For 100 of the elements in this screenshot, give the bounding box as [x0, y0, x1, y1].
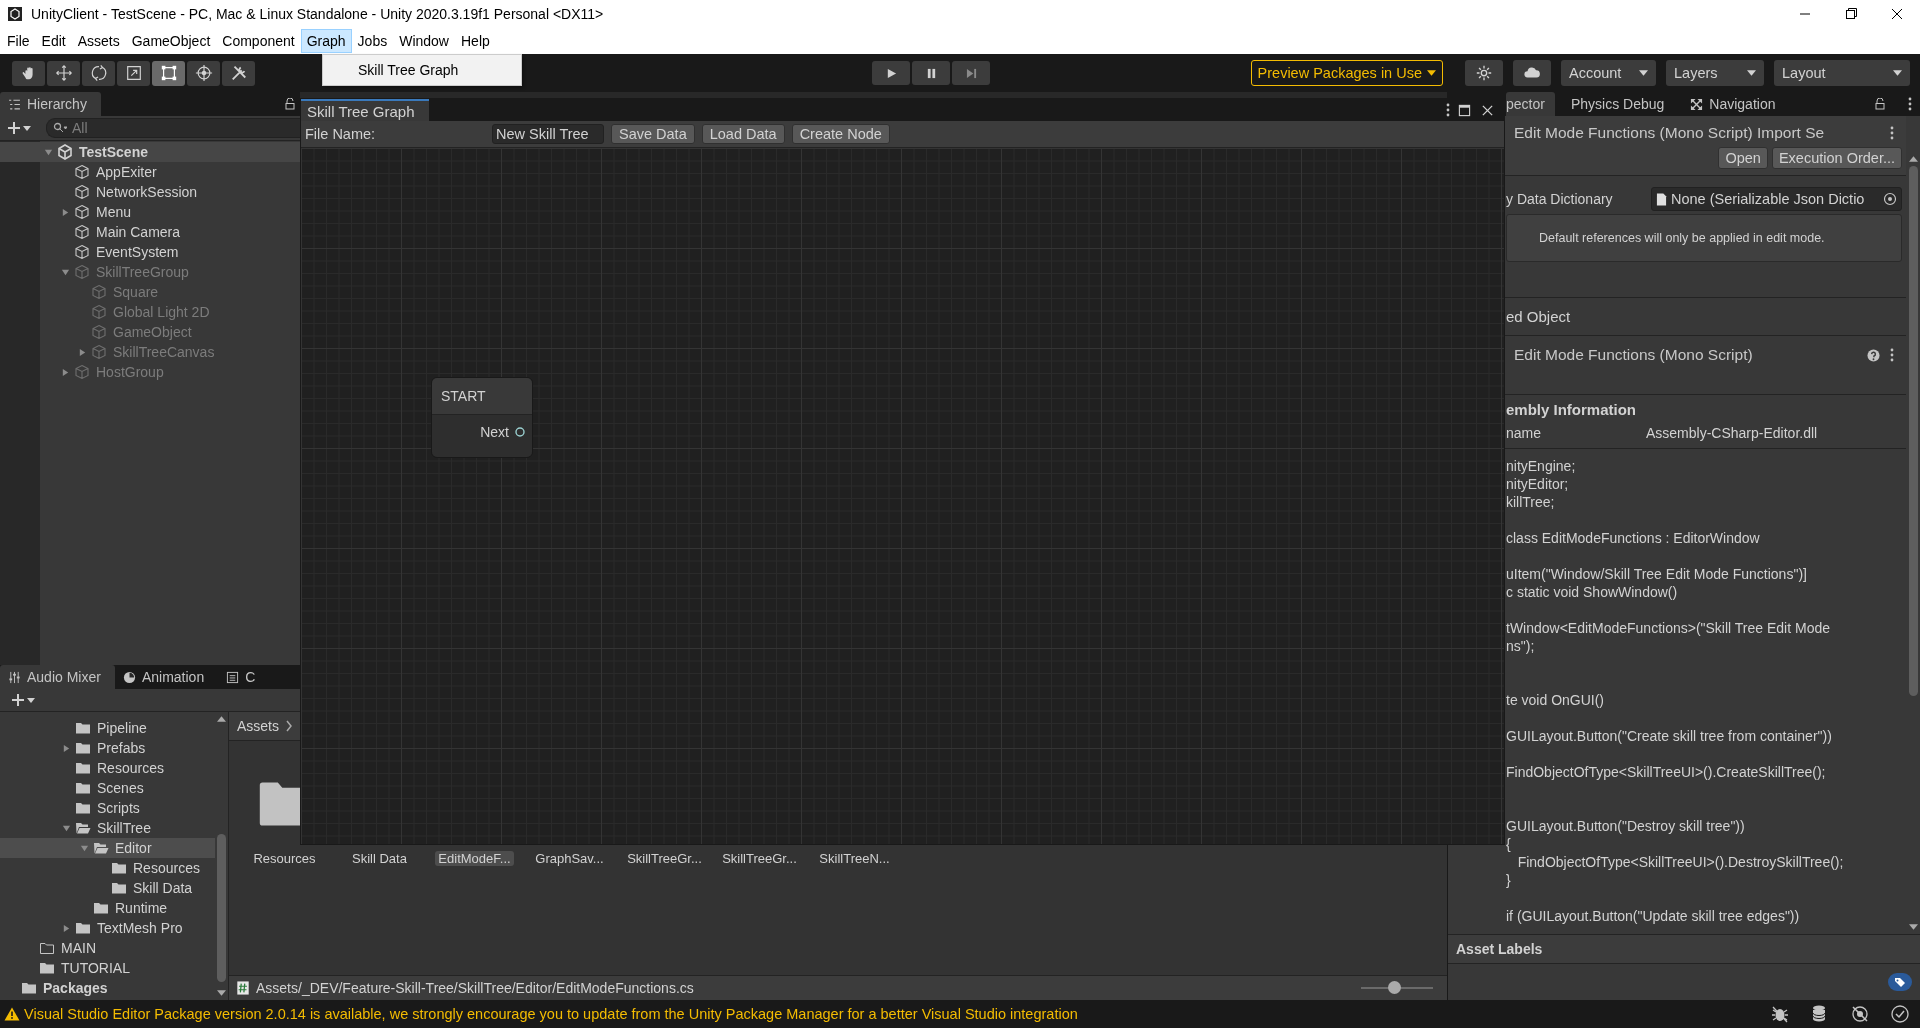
folder-item[interactable]: MAIN — [0, 938, 215, 958]
scroll-up-icon[interactable] — [217, 716, 226, 722]
folder-item[interactable]: Resources — [0, 858, 215, 878]
asset-label[interactable]: SkillTreeGr... — [624, 851, 705, 866]
hierarchy-item[interactable]: NetworkSession — [96, 184, 198, 200]
asset-label[interactable]: GraphSav... — [532, 851, 607, 866]
menu-entry[interactable]: Skill Tree Graph — [323, 62, 459, 78]
play-button[interactable] — [872, 61, 910, 85]
tag-icon[interactable] — [1888, 973, 1912, 991]
preview-packages-button[interactable]: Preview Packages in Use — [1250, 60, 1443, 86]
expand-arrow-icon[interactable] — [60, 267, 70, 277]
more-icon[interactable] — [1446, 103, 1450, 117]
menu-title[interactable]: GameObject — [125, 29, 217, 53]
inspector-tab[interactable]: Physics Debug — [1560, 92, 1675, 116]
menu-title[interactable]: Jobs — [351, 29, 394, 53]
inspector-button[interactable]: Open — [1718, 147, 1768, 169]
folder-item[interactable]: TUTORIAL — [0, 958, 215, 978]
account-dropdown[interactable]: Account — [1561, 60, 1656, 86]
expand-arrow-icon[interactable] — [61, 743, 71, 753]
folder-item[interactable]: Editor — [0, 838, 215, 858]
folder-item[interactable]: TextMesh Pro — [0, 918, 215, 938]
zoom-slider[interactable] — [1361, 981, 1433, 995]
port-icon[interactable] — [514, 426, 526, 438]
network-icon[interactable] — [1850, 1004, 1870, 1024]
object-field[interactable]: None (Serializable Json Dictio — [1651, 187, 1902, 211]
menu-title[interactable]: Help — [455, 29, 496, 53]
expand-arrow-icon[interactable] — [60, 207, 70, 217]
more-icon[interactable] — [1908, 97, 1912, 111]
pause-button[interactable] — [912, 61, 950, 85]
bug-icon[interactable] — [1770, 1004, 1790, 1024]
layers-dropdown[interactable]: Layers — [1666, 60, 1764, 86]
window-tab[interactable]: Skill Tree Graph — [301, 99, 429, 121]
tool-button[interactable] — [117, 60, 150, 86]
services-button[interactable] — [1465, 60, 1503, 86]
hierarchy-item[interactable]: TestScene — [79, 144, 148, 160]
tool-button[interactable] — [12, 60, 45, 86]
folder-item[interactable]: SkillTree — [0, 818, 215, 838]
menu-title[interactable]: Graph — [300, 29, 352, 53]
hierarchy-item[interactable]: Menu — [96, 204, 132, 220]
folder-item[interactable]: Runtime — [0, 898, 215, 918]
breadcrumb-link[interactable]: Assets — [237, 718, 279, 734]
inspector-tab[interactable]: pector — [1506, 92, 1555, 116]
maximize-icon[interactable] — [1458, 103, 1471, 117]
panel-tab[interactable]: Animation — [114, 665, 219, 689]
folder-item[interactable]: Scenes — [0, 778, 215, 798]
expand-arrow-icon[interactable] — [79, 843, 89, 853]
tool-button[interactable] — [47, 60, 80, 86]
lock-icon[interactable] — [1874, 98, 1886, 110]
expand-arrow-icon[interactable] — [43, 147, 53, 157]
expand-arrow-icon[interactable] — [61, 823, 71, 833]
asset-label[interactable]: SkillTreeN... — [816, 851, 893, 866]
toolbar-button[interactable]: Create Node — [791, 124, 890, 144]
graph-node[interactable]: START Next — [431, 377, 533, 458]
folder-item[interactable]: Resources — [0, 758, 215, 778]
more-icon[interactable] — [1890, 348, 1894, 362]
expand-arrow-icon[interactable] — [60, 367, 70, 377]
menu-title[interactable]: File — [1, 29, 36, 53]
hierarchy-item[interactable]: EventSystem — [96, 244, 179, 260]
tool-button[interactable] — [82, 60, 115, 86]
hierarchy-item[interactable]: Main Camera — [96, 224, 181, 240]
menu-title[interactable]: Assets — [71, 29, 126, 53]
tool-button[interactable] — [152, 60, 185, 86]
menu-title[interactable]: Component — [216, 29, 301, 53]
menu-title[interactable]: Edit — [35, 29, 72, 53]
graph-canvas[interactable]: START Next — [301, 148, 1504, 844]
asset-label[interactable]: EditModeF... — [435, 851, 514, 866]
folder-item[interactable]: Packages — [0, 978, 215, 998]
cloud-button[interactable] — [1513, 60, 1551, 86]
inspector-tab[interactable]: Navigation — [1680, 92, 1786, 116]
target-icon[interactable] — [1883, 192, 1897, 206]
folder-item[interactable]: Skill Data — [0, 878, 215, 898]
scroll-down-icon[interactable] — [217, 990, 226, 996]
menu-title[interactable]: Window — [393, 29, 455, 53]
scroll-up-icon[interactable] — [1908, 156, 1918, 162]
close-icon[interactable] — [1481, 103, 1494, 117]
folder-item[interactable]: Prefabs — [0, 738, 215, 758]
folder-item[interactable]: Scripts — [0, 798, 215, 818]
add-button[interactable] — [12, 694, 36, 706]
check-icon[interactable] — [1890, 1004, 1910, 1024]
layout-dropdown[interactable]: Layout — [1774, 60, 1910, 86]
tool-button[interactable] — [187, 60, 220, 86]
step-button[interactable] — [952, 61, 990, 85]
help-icon[interactable] — [1867, 348, 1880, 362]
more-icon[interactable] — [1890, 126, 1894, 140]
inspector-button[interactable]: Execution Order... — [1771, 147, 1902, 169]
hierarchy-tab[interactable]: Hierarchy — [0, 92, 101, 116]
expand-arrow-icon[interactable] — [61, 923, 71, 933]
toolbar-button[interactable]: Load Data — [701, 124, 785, 144]
expand-arrow-icon[interactable] — [77, 347, 87, 357]
search-field[interactable]: All — [46, 118, 300, 138]
asset-label[interactable]: SkillTreeGr... — [719, 851, 800, 866]
scroll-down-icon[interactable] — [1908, 924, 1918, 930]
panel-tab[interactable]: C — [218, 665, 270, 689]
toolbar-button[interactable]: Save Data — [611, 124, 695, 144]
folder-item[interactable]: Pipeline — [0, 718, 215, 738]
lock-icon[interactable] — [284, 98, 296, 110]
hierarchy-item[interactable]: AppExiter — [96, 164, 157, 180]
asset-label[interactable]: Skill Data — [349, 851, 410, 866]
file-name-field[interactable]: New Skill Tree — [492, 124, 604, 144]
tool-button[interactable] — [222, 60, 255, 86]
